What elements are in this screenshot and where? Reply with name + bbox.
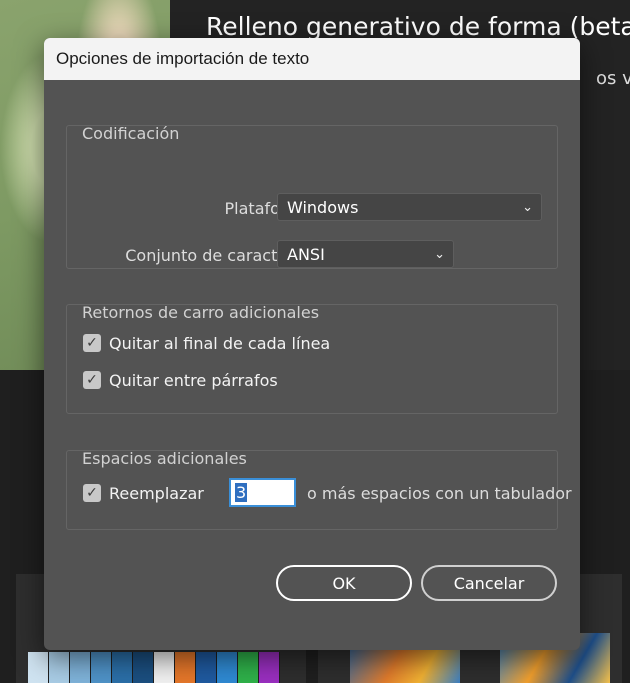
remove-line-end-label[interactable]: Quitar al final de cada línea (109, 334, 330, 353)
text-import-options-dialog: Opciones de importación de texto Codific… (44, 38, 580, 650)
cancel-button[interactable]: Cancelar (421, 565, 557, 601)
spaces-count-value: 3 (235, 483, 248, 502)
spaces-count-input[interactable]: 3 (229, 478, 296, 507)
background-title: Relleno generativo de forma (beta) (206, 12, 630, 41)
extra-spaces-group: Espacios adicionales ✓ Reemplazar 3 o má… (66, 449, 572, 530)
remove-between-paragraphs-checkbox[interactable]: ✓ (83, 371, 101, 389)
charset-select-value: ANSI (287, 245, 325, 264)
charset-select[interactable]: ANSI ⌄ (277, 240, 454, 268)
chevron-down-icon: ⌄ (522, 200, 533, 215)
replace-spaces-checkbox[interactable]: ✓ (83, 484, 101, 502)
extra-returns-group-title: Retornos de carro adicionales (82, 303, 320, 322)
chevron-down-icon: ⌄ (434, 247, 445, 262)
replace-spaces-label[interactable]: Reemplazar (109, 484, 204, 503)
remove-line-end-checkbox[interactable]: ✓ (83, 334, 101, 352)
encoding-group: Codificación Plataforma: Windows ⌄ Conju… (66, 124, 558, 269)
extra-spaces-group-title: Espacios adicionales (82, 449, 247, 468)
color-swatch-strip (28, 652, 280, 683)
platform-select[interactable]: Windows ⌄ (277, 193, 542, 221)
dialog-title: Opciones de importación de texto (44, 38, 580, 80)
encoding-group-title: Codificación (82, 124, 180, 143)
remove-between-paragraphs-label[interactable]: Quitar entre párrafos (109, 371, 278, 390)
background-subtitle: os vec (596, 68, 630, 89)
replace-spaces-suffix: o más espacios con un tabulador (307, 484, 572, 503)
platform-select-value: Windows (287, 198, 359, 217)
ok-button[interactable]: OK (276, 565, 412, 601)
extra-returns-group: Retornos de carro adicionales ✓ Quitar a… (66, 303, 558, 414)
